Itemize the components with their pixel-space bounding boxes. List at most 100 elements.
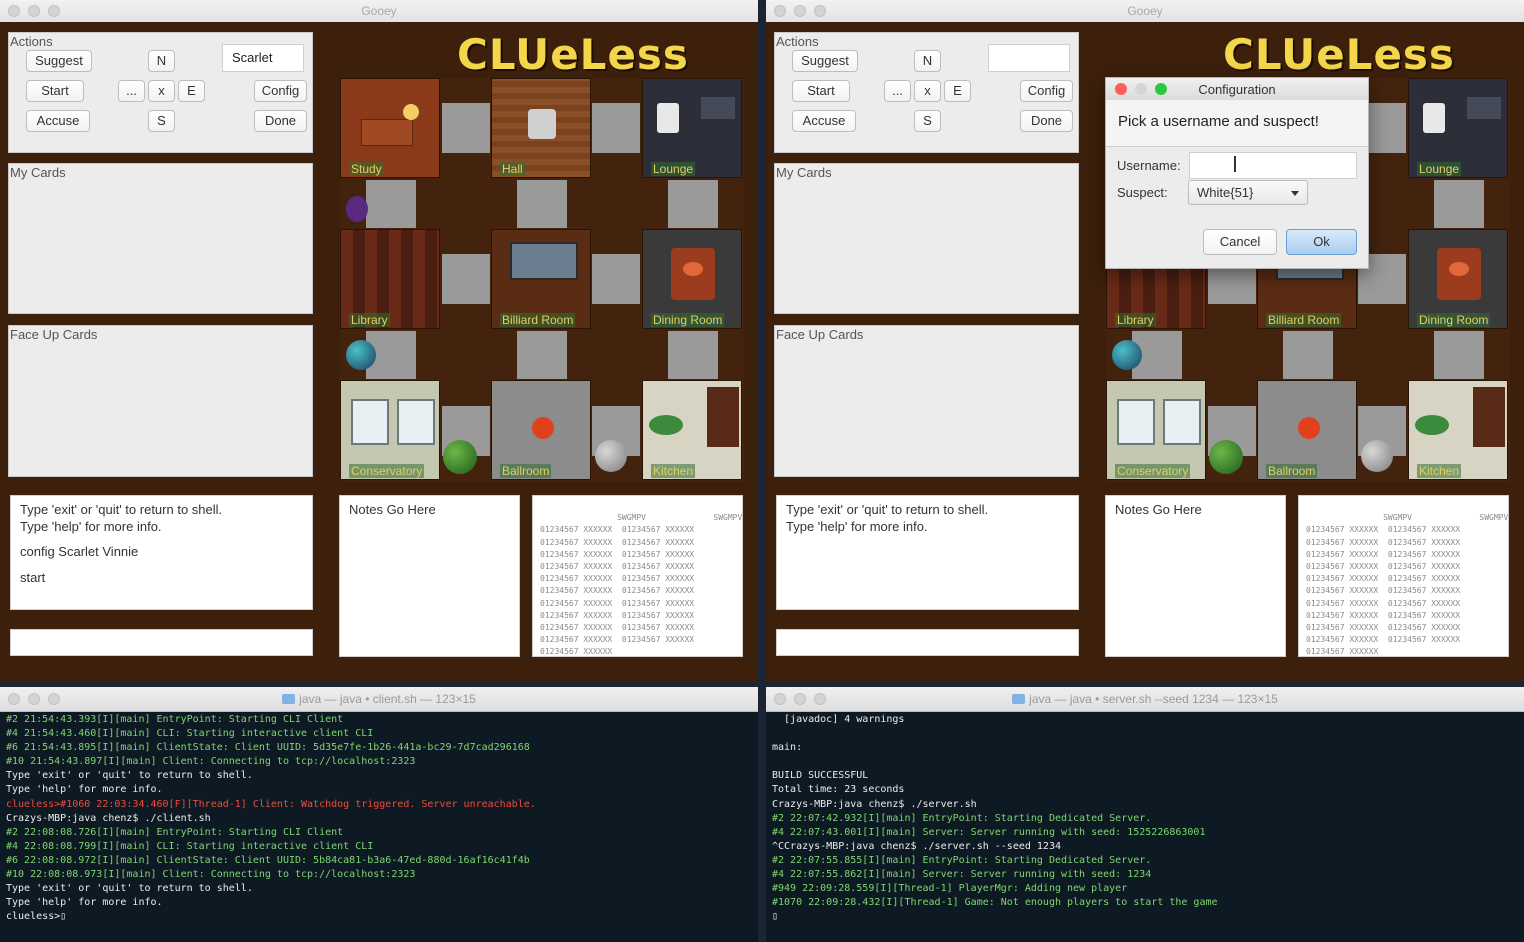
- terminal-line: clueless>#1060 22:03:34.460[F][Thread-1]…: [6, 798, 536, 810]
- grid-row: 01234567 XXXXXX 01234567 XXXXXX: [540, 562, 695, 572]
- room-hall[interactable]: Hall: [491, 78, 591, 178]
- room-study[interactable]: Study: [340, 78, 440, 178]
- room-ballroom[interactable]: Ballroom: [491, 380, 591, 480]
- room-label: Hall: [500, 162, 525, 176]
- detective-grid: SWGMPV SWGMPV 01234567 XXXXXX 01234567 X…: [1298, 495, 1509, 657]
- player-name-field[interactable]: [988, 44, 1070, 72]
- secret-passage-button[interactable]: ...: [118, 80, 145, 102]
- hallway[interactable]: [366, 180, 416, 228]
- username-field[interactable]: [1189, 152, 1357, 179]
- east-button[interactable]: E: [944, 80, 971, 102]
- room-lounge[interactable]: Lounge: [642, 78, 742, 178]
- grid-text: SWGMPV SWGMPV 01234567 XXXXXX 01234567 X…: [1306, 500, 1509, 656]
- client-terminal: java — java • client.sh — 123×15 #2 21:5…: [0, 687, 758, 942]
- grid-row: 01234567 XXXXXX 01234567 XXXXXX: [540, 525, 695, 535]
- terminal-line: #4 22:07:55.862[I][main] Server: Server …: [772, 869, 1152, 881]
- hallway[interactable]: [442, 103, 490, 153]
- room-label: Library: [1115, 313, 1156, 327]
- hallway[interactable]: [668, 180, 718, 228]
- start-button[interactable]: Start: [26, 80, 84, 102]
- grid-header: SWGMPV SWGMPV: [1306, 513, 1509, 523]
- player-name-field[interactable]: Scarlet: [222, 44, 304, 72]
- done-button[interactable]: Done: [1020, 110, 1073, 132]
- suggest-button[interactable]: Suggest: [26, 50, 92, 72]
- terminal-titlebar[interactable]: java — java • server.sh --seed 1234 — 12…: [766, 687, 1524, 712]
- room-dining[interactable]: Dining Room: [1408, 229, 1508, 329]
- hallway[interactable]: [592, 103, 640, 153]
- hallway[interactable]: [1434, 180, 1484, 228]
- room-billiard[interactable]: Billiard Room: [491, 229, 591, 329]
- green-player-token-icon: [443, 440, 477, 474]
- cancel-button[interactable]: Cancel: [1203, 229, 1277, 255]
- terminal-output[interactable]: [javadoc] 4 warnings main: BUILD SUCCESS…: [772, 713, 1518, 942]
- window-titlebar[interactable]: Gooey: [0, 0, 758, 23]
- hallway[interactable]: [1434, 331, 1484, 379]
- suspect-select[interactable]: White{51}: [1188, 180, 1308, 205]
- terminal-titlebar[interactable]: java — java • client.sh — 123×15: [0, 687, 758, 712]
- north-button[interactable]: N: [914, 50, 941, 72]
- terminal-line: #4 22:07:43.001[I][main] Server: Server …: [772, 826, 1206, 838]
- suggest-button[interactable]: Suggest: [792, 50, 858, 72]
- room-conservatory[interactable]: Conservatory: [1106, 380, 1206, 480]
- hallway[interactable]: [668, 331, 718, 379]
- room-label: Kitchen: [651, 464, 696, 478]
- command-input[interactable]: [10, 629, 313, 656]
- grid-row: 01234567 XXXXXX 01234567 XXXXXX: [540, 586, 695, 596]
- room-kitchen[interactable]: Kitchen: [1408, 380, 1508, 480]
- grid-row: 01234567 XXXXXX 01234567 XXXXXX: [1306, 562, 1461, 572]
- accuse-button[interactable]: Accuse: [792, 110, 856, 132]
- terminal-line: #2 22:07:42.932[I][main] EntryPoint: Sta…: [772, 812, 1152, 824]
- hallway[interactable]: [1283, 331, 1333, 379]
- terminal-line: Crazys-MBP:java chenz$ ./client.sh: [6, 812, 211, 824]
- east-button[interactable]: E: [178, 80, 205, 102]
- window-title: Gooey: [1127, 4, 1163, 18]
- stay-button[interactable]: x: [148, 80, 175, 102]
- terminal-line: Crazys-MBP:java chenz$ ./server.sh: [772, 798, 977, 810]
- terminal-line: #2 22:08:08.726[I][main] EntryPoint: Sta…: [6, 826, 344, 838]
- ok-button[interactable]: Ok: [1286, 229, 1357, 255]
- dialog-title: Configuration: [1198, 82, 1276, 97]
- north-button[interactable]: N: [148, 50, 175, 72]
- room-label: Library: [349, 313, 390, 327]
- room-ballroom[interactable]: Ballroom: [1257, 380, 1357, 480]
- room-dining[interactable]: Dining Room: [642, 229, 742, 329]
- command-input[interactable]: [776, 629, 1079, 656]
- food-icon: [1449, 262, 1469, 276]
- my-cards-label: My Cards: [776, 165, 832, 180]
- lamp-icon: [403, 104, 419, 120]
- hallway[interactable]: [592, 254, 640, 304]
- terminal-line: Type 'help' for more info.: [6, 784, 163, 796]
- done-button[interactable]: Done: [254, 110, 307, 132]
- terminal-line: ^CCrazys-MBP:java chenz$ ./server.sh --s…: [772, 840, 1061, 852]
- terminal-line: main:: [772, 742, 803, 754]
- room-library[interactable]: Library: [340, 229, 440, 329]
- window-titlebar[interactable]: Gooey: [766, 0, 1524, 23]
- config-button[interactable]: Config: [1020, 80, 1073, 102]
- hallway[interactable]: [442, 254, 490, 304]
- config-button[interactable]: Config: [254, 80, 307, 102]
- notes-area[interactable]: Notes Go Here: [1105, 495, 1286, 657]
- room-conservatory[interactable]: Conservatory: [340, 380, 440, 480]
- terminal-output[interactable]: #2 21:54:43.393[I][main] EntryPoint: Sta…: [6, 713, 752, 942]
- room-lounge[interactable]: Lounge: [1408, 78, 1508, 178]
- shelf-icon: [707, 387, 739, 447]
- notes-placeholder: Notes Go Here: [349, 502, 436, 517]
- hallway[interactable]: [517, 331, 567, 379]
- south-button[interactable]: S: [148, 110, 175, 132]
- grid-row: 01234567 XXXXXX 01234567 XXXXXX: [1306, 598, 1461, 608]
- notes-area[interactable]: Notes Go Here: [339, 495, 520, 657]
- south-button[interactable]: S: [914, 110, 941, 132]
- room-label: Lounge: [651, 162, 696, 176]
- stay-button[interactable]: x: [914, 80, 941, 102]
- dialog-titlebar[interactable]: Configuration: [1106, 78, 1368, 101]
- room-label: Conservatory: [349, 464, 425, 478]
- grid-row: 01234567 XXXXXX 01234567 XXXXXX: [1306, 574, 1461, 584]
- secret-passage-button[interactable]: ...: [884, 80, 911, 102]
- room-kitchen[interactable]: Kitchen: [642, 380, 742, 480]
- hallway[interactable]: [517, 180, 567, 228]
- grid-row: 01234567 XXXXXX 01234567 XXXXXX: [1306, 549, 1461, 559]
- toilet-icon: [657, 103, 679, 133]
- accuse-button[interactable]: Accuse: [26, 110, 90, 132]
- start-button[interactable]: Start: [792, 80, 850, 102]
- plum-player-token-icon: [346, 196, 368, 222]
